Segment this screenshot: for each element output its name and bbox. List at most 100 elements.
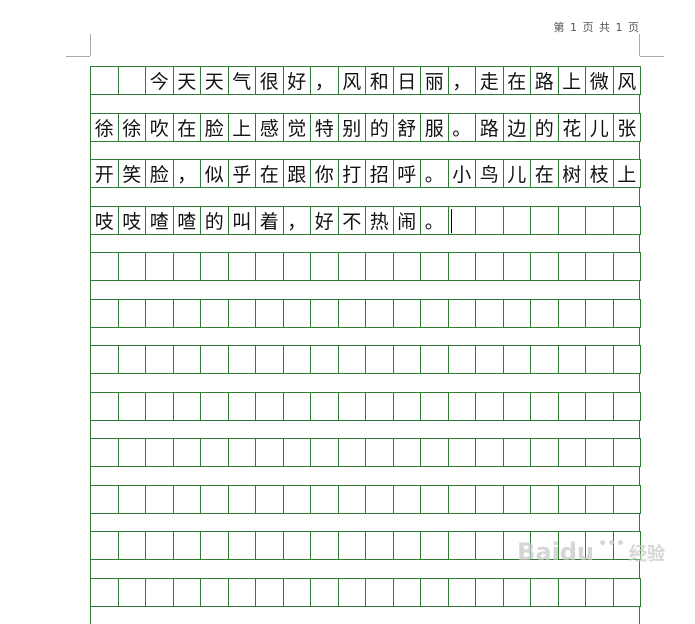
grid-cell[interactable]	[613, 252, 642, 281]
manuscript-grid[interactable]: 今天天气很好，风和日丽，走在路上微风徐徐吹在脸上感觉特别的舒服。路边的花儿张开笑…	[90, 66, 640, 580]
grid-cell[interactable]: 路	[530, 66, 559, 95]
grid-cell[interactable]	[503, 252, 532, 281]
grid-cell[interactable]	[90, 438, 119, 467]
grid-cell[interactable]	[310, 578, 339, 607]
grid-cell[interactable]	[393, 299, 422, 328]
grid-cell[interactable]	[90, 252, 119, 281]
grid-cell[interactable]	[613, 392, 642, 421]
grid-cell[interactable]	[365, 531, 394, 560]
grid-cell[interactable]	[255, 485, 284, 514]
grid-cell[interactable]	[420, 299, 449, 328]
grid-cell[interactable]: 吱	[118, 206, 147, 235]
grid-cell[interactable]	[310, 485, 339, 514]
grid-cell[interactable]: 在	[255, 159, 284, 188]
grid-cell[interactable]: 枝	[585, 159, 614, 188]
grid-cell[interactable]	[475, 531, 504, 560]
grid-cell[interactable]	[255, 299, 284, 328]
grid-cell[interactable]	[90, 531, 119, 560]
grid-cell[interactable]: 今	[145, 66, 174, 95]
grid-cell[interactable]	[393, 485, 422, 514]
grid-cell[interactable]	[475, 578, 504, 607]
grid-cell[interactable]	[365, 578, 394, 607]
grid-cell[interactable]: 上	[228, 113, 257, 142]
grid-cell[interactable]	[338, 392, 367, 421]
grid-cell[interactable]	[145, 531, 174, 560]
grid-cell[interactable]: 风	[613, 66, 642, 95]
grid-cell[interactable]: 微	[585, 66, 614, 95]
grid-cell[interactable]	[365, 345, 394, 374]
grid-cell[interactable]: 不	[338, 206, 367, 235]
grid-cell[interactable]	[530, 299, 559, 328]
grid-cell[interactable]: 路	[475, 113, 504, 142]
grid-cell[interactable]	[448, 531, 477, 560]
grid-cell[interactable]	[200, 299, 229, 328]
grid-cell[interactable]	[393, 345, 422, 374]
grid-cell[interactable]	[255, 578, 284, 607]
grid-cell[interactable]	[448, 485, 477, 514]
grid-cell[interactable]: 开	[90, 159, 119, 188]
grid-cell[interactable]	[393, 531, 422, 560]
grid-cell[interactable]: 气	[228, 66, 257, 95]
grid-cell[interactable]	[228, 252, 257, 281]
grid-cell[interactable]	[558, 299, 587, 328]
grid-cell[interactable]	[365, 485, 394, 514]
grid-cell[interactable]	[338, 578, 367, 607]
grid-cell[interactable]	[283, 392, 312, 421]
grid-cell[interactable]	[145, 345, 174, 374]
grid-cell[interactable]: 儿	[503, 159, 532, 188]
grid-cell[interactable]: ，	[310, 66, 339, 95]
grid-cell[interactable]	[558, 578, 587, 607]
grid-cell[interactable]	[393, 578, 422, 607]
grid-cell[interactable]	[420, 531, 449, 560]
grid-cell[interactable]	[475, 252, 504, 281]
grid-cell[interactable]	[393, 392, 422, 421]
grid-cell[interactable]: 徐	[90, 113, 119, 142]
grid-cell[interactable]: 打	[338, 159, 367, 188]
grid-cell[interactable]: 特	[310, 113, 339, 142]
grid-cell[interactable]: 闹	[393, 206, 422, 235]
grid-cell[interactable]: 好	[283, 66, 312, 95]
grid-cell[interactable]: 天	[200, 66, 229, 95]
grid-cell[interactable]: 在	[173, 113, 202, 142]
grid-cell[interactable]	[585, 252, 614, 281]
grid-cell[interactable]: 舒	[393, 113, 422, 142]
grid-cell[interactable]	[613, 485, 642, 514]
grid-cell[interactable]	[420, 252, 449, 281]
grid-cell[interactable]: 在	[503, 66, 532, 95]
grid-cell[interactable]: 。	[420, 159, 449, 188]
grid-cell[interactable]	[228, 578, 257, 607]
grid-cell[interactable]: 似	[200, 159, 229, 188]
grid-cell[interactable]	[365, 299, 394, 328]
grid-cell[interactable]	[613, 299, 642, 328]
grid-cell[interactable]	[420, 392, 449, 421]
grid-cell[interactable]	[283, 438, 312, 467]
grid-cell[interactable]	[118, 392, 147, 421]
grid-cell[interactable]	[90, 299, 119, 328]
grid-cell[interactable]	[503, 299, 532, 328]
grid-cell[interactable]	[310, 299, 339, 328]
grid-cell[interactable]	[530, 578, 559, 607]
grid-cell[interactable]: 的	[530, 113, 559, 142]
grid-cell[interactable]	[558, 345, 587, 374]
grid-cell[interactable]	[173, 485, 202, 514]
grid-cell[interactable]	[283, 578, 312, 607]
grid-cell[interactable]	[585, 485, 614, 514]
grid-cell[interactable]: 风	[338, 66, 367, 95]
grid-cell[interactable]: 日	[393, 66, 422, 95]
grid-cell[interactable]	[173, 299, 202, 328]
grid-cell[interactable]	[585, 438, 614, 467]
grid-cell[interactable]: 树	[558, 159, 587, 188]
grid-cell[interactable]	[310, 252, 339, 281]
grid-cell[interactable]	[283, 252, 312, 281]
grid-cell[interactable]	[448, 392, 477, 421]
grid-cell[interactable]	[338, 485, 367, 514]
grid-cell[interactable]	[530, 438, 559, 467]
grid-cell[interactable]: 热	[365, 206, 394, 235]
grid-cell[interactable]	[145, 299, 174, 328]
grid-cell[interactable]	[338, 299, 367, 328]
grid-cell[interactable]	[475, 438, 504, 467]
grid-cell[interactable]	[255, 531, 284, 560]
grid-cell[interactable]	[90, 66, 119, 95]
grid-cell[interactable]	[393, 252, 422, 281]
grid-cell[interactable]	[173, 578, 202, 607]
